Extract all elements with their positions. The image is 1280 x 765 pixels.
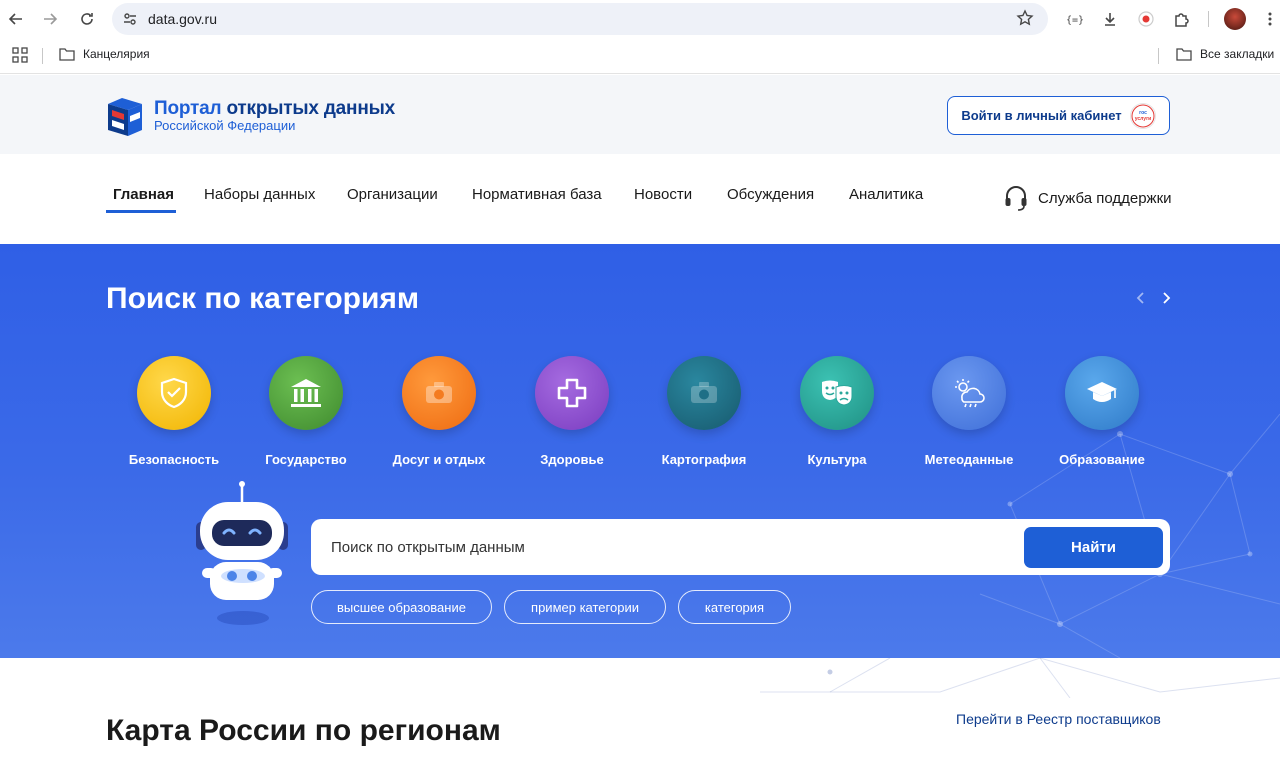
search-chip-example-category[interactable]: пример категории [504,590,666,624]
back-icon[interactable] [4,7,28,31]
search-bar: Найти [311,519,1170,575]
network-decoration [760,658,1280,698]
category-label: Безопасность [128,452,220,467]
svg-text:{=}: {=} [1066,15,1084,26]
browser-toolbar: data.gov.ru {=} [0,0,1280,38]
theatre-masks-icon [800,356,874,430]
login-button[interactable]: Войти в личный кабинет гос услуги [947,96,1170,135]
search-button[interactable]: Найти [1024,527,1163,568]
nav-item-discussions[interactable]: Обсуждения [727,186,814,203]
carousel-prev-icon[interactable] [1133,290,1149,306]
profile-avatar[interactable] [1224,8,1246,30]
folder-icon [59,48,75,61]
category-label: Картография [661,452,747,467]
government-building-icon [269,356,343,430]
logo-title-part2: открытых данных [226,98,395,119]
category-label: Метеоданные [924,452,1014,467]
category-search-hero: Поиск по категориям Безопасность Государ… [0,244,1280,658]
bookmarks-bar: Канцелярия Все закладки [0,38,1280,74]
toolbar-divider [1208,11,1209,27]
graduation-cap-icon [1065,356,1139,430]
bookmark-folder-kanc[interactable]: Канцелярия [59,47,150,61]
category-health[interactable]: Здоровье [506,356,638,468]
shield-icon [137,356,211,430]
download-icon[interactable] [1100,9,1120,29]
camera-icon [667,356,741,430]
suppliers-registry-link[interactable]: Перейти в Реестр поставщиков [956,711,1161,727]
weather-icon [932,356,1006,430]
section-title-regions-map: Карта России по регионам [106,714,501,747]
puzzle-icon[interactable] [1172,9,1192,29]
category-meteodata[interactable]: Метеоданные [903,356,1035,468]
nav-item-news[interactable]: Новости [634,186,692,203]
category-cartography[interactable]: Картография [638,356,770,468]
all-bookmarks[interactable]: Все закладки [1176,47,1274,61]
menu-kebab-icon[interactable] [1260,9,1280,29]
robot-mascot-icon [196,481,288,625]
category-label: Досуг и отдых [392,452,486,467]
category-culture[interactable]: Культура [771,356,903,468]
nav-active-indicator [106,210,176,213]
bookmarks-divider-right [1158,48,1159,64]
code-icon[interactable]: {=} [1065,9,1085,29]
folder-icon [1176,48,1192,61]
site-header: Портал открытых данных Российской Федера… [0,75,1280,154]
nav-item-organizations[interactable]: Организации [347,186,438,203]
support-label: Служба поддержки [1038,189,1172,207]
category-label: Образование [1059,452,1145,467]
bookmarks-divider [42,48,43,64]
headset-icon [1005,186,1027,211]
search-chip-category[interactable]: категория [678,590,791,624]
record-icon[interactable] [1136,9,1156,29]
logo-subtitle: Российской Федерации [154,118,296,133]
category-education[interactable]: Образование [1036,356,1168,468]
logo-title-part1: Портал [154,98,222,119]
nav-item-analytics[interactable]: Аналитика [849,186,923,203]
apps-grid-icon[interactable] [12,47,28,63]
nav-item-home[interactable]: Главная [113,186,174,203]
search-chip-higher-education[interactable]: высшее образование [311,590,492,624]
logo-cube-icon [108,98,142,136]
category-label: Здоровье [540,452,604,467]
site-settings-icon[interactable] [120,9,140,29]
bookmark-star-icon[interactable] [1016,9,1036,29]
gosuslugi-icon: гос услуги [1129,102,1156,129]
category-security[interactable]: Безопасность [108,356,240,468]
carousel-next-icon[interactable] [1158,290,1174,306]
category-government[interactable]: Государство [240,356,372,468]
hero-title: Поиск по категориям [106,282,420,315]
bookmark-folder-label: Канцелярия [83,47,150,61]
logo-title: Портал открытых данных [154,98,395,120]
reload-icon[interactable] [75,7,99,31]
search-input[interactable] [331,533,1011,561]
medical-cross-icon [535,356,609,430]
category-label: Культура [807,452,867,467]
address-bar[interactable]: data.gov.ru [112,3,1048,35]
svg-text:услуги: услуги [1134,116,1150,122]
all-bookmarks-label: Все закладки [1200,47,1275,61]
login-button-label: Войти в личный кабинет [961,108,1122,123]
camera-icon [402,356,476,430]
nav-item-regulations[interactable]: Нормативная база [472,186,602,203]
main-nav: Главная Наборы данных Организации Нормат… [0,154,1280,244]
url-text[interactable]: data.gov.ru [148,11,217,27]
nav-item-datasets[interactable]: Наборы данных [204,186,315,203]
category-leisure[interactable]: Досуг и отдых [373,356,505,468]
support-link[interactable]: Служба поддержки [1004,184,1172,212]
forward-icon[interactable] [38,7,62,31]
category-label: Государство [265,452,347,467]
portal-logo[interactable]: Портал открытых данных Российской Федера… [106,96,406,138]
